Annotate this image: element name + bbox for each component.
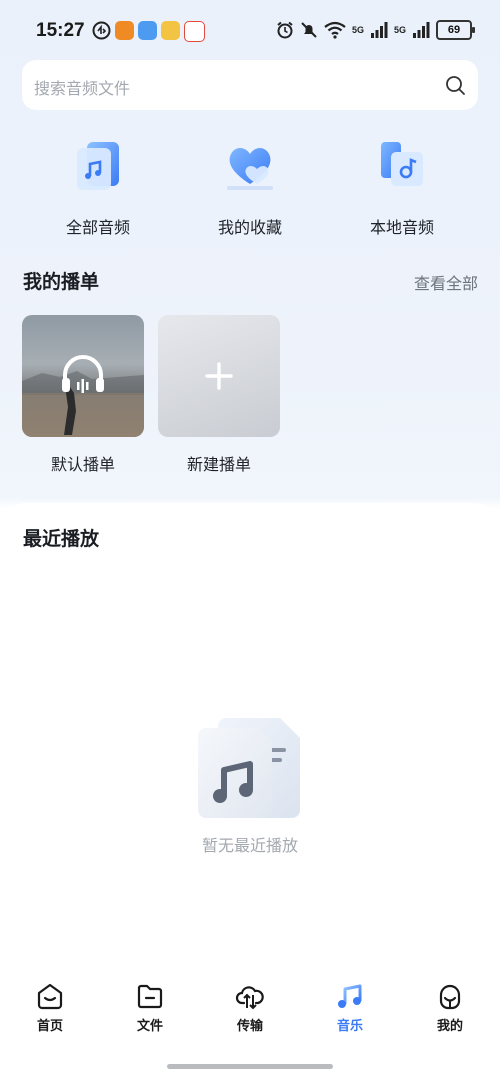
- search-placeholder: 搜索音频文件: [34, 79, 131, 98]
- quick-entry-local-audio[interactable]: 本地音频: [327, 138, 477, 238]
- nav-label: 首页: [36, 1019, 63, 1034]
- empty-music-file-icon: [198, 718, 300, 818]
- nav-transfer[interactable]: 传输: [210, 975, 290, 1034]
- phone-music-icon: [381, 142, 423, 186]
- playlists-section-title: 我的播单: [23, 271, 100, 293]
- bottom-navigation: 首页 文件 传输 音乐 我的: [0, 975, 500, 1045]
- playlist-label-default: 默认播单: [50, 455, 115, 474]
- nav-label: 我的: [436, 1019, 463, 1034]
- audio-file-icon: [77, 142, 119, 190]
- headphones-icon: [62, 355, 104, 393]
- battery-indicator: 69: [436, 20, 475, 40]
- nav-profile[interactable]: 我的: [410, 975, 490, 1034]
- profile-icon: [439, 984, 461, 1010]
- nav-home[interactable]: 首页: [10, 975, 90, 1034]
- heart-icon: [227, 148, 273, 190]
- wifi-icon: [324, 21, 346, 39]
- status-time: 15:27: [36, 20, 85, 41]
- folder-icon: [137, 984, 163, 1009]
- network-type-1: 5G: [351, 25, 364, 35]
- playlist-card-default[interactable]: [22, 315, 144, 437]
- home-icon: [37, 983, 63, 1010]
- home-indicator[interactable]: [167, 1064, 333, 1069]
- playlist-label-new: 新建播单: [186, 455, 251, 474]
- nav-music[interactable]: 音乐: [310, 975, 390, 1034]
- nav-label: 音乐: [336, 1019, 363, 1034]
- view-all-link[interactable]: 查看全部: [414, 270, 478, 294]
- nav-label: 文件: [136, 1019, 163, 1034]
- quick-entry-favorites[interactable]: 我的收藏: [175, 138, 325, 238]
- quick-entry-all-audio[interactable]: 全部音频: [23, 138, 173, 238]
- new-playlist-button[interactable]: [158, 315, 280, 437]
- mute-bell-icon: [301, 22, 317, 38]
- signal-icon: [370, 22, 388, 38]
- quick-entry-label: 本地音频: [369, 218, 434, 237]
- notification-icons: [92, 21, 205, 42]
- cup-app-icon: [184, 21, 205, 42]
- app-notification-icon: [115, 21, 134, 40]
- transfer-cloud-icon: [235, 986, 264, 1010]
- empty-state-text: 暂无最近播放: [201, 836, 298, 855]
- network-type-2: 5G: [393, 25, 406, 35]
- music-note-icon: [338, 984, 362, 1008]
- search-input[interactable]: 搜索音频文件: [22, 60, 478, 110]
- nav-label: 传输: [236, 1019, 263, 1034]
- sync-icon: [92, 21, 111, 40]
- alarm-icon: [277, 21, 293, 39]
- recent-section-title: 最近播放: [23, 528, 100, 550]
- quick-entry-label: 全部音频: [65, 218, 130, 237]
- weather-app-icon: [138, 21, 157, 40]
- status-bar: 15:27 5G 5G 69: [0, 0, 500, 62]
- search-icon[interactable]: [444, 74, 466, 96]
- quick-entry-label: 我的收藏: [217, 218, 282, 237]
- signal-icon-2: [413, 22, 430, 38]
- nav-files[interactable]: 文件: [110, 975, 190, 1034]
- plus-icon: [205, 362, 233, 390]
- system-icons: 5G 5G 69: [276, 20, 475, 40]
- wallet-app-icon: [161, 21, 180, 40]
